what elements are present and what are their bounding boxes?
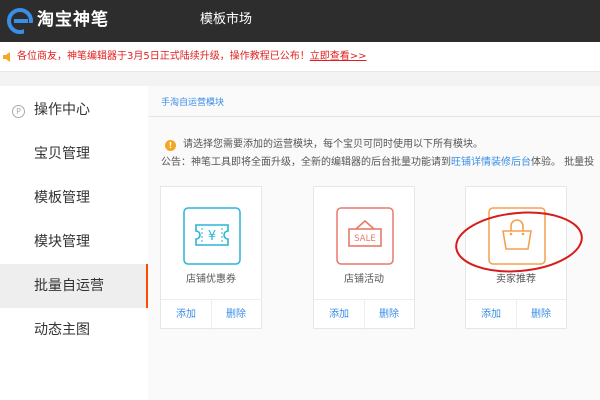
sale-tag-icon: SALE: [336, 207, 394, 265]
coupon-icon: ¥: [183, 207, 241, 265]
instruction-text: 请选择您需要添加的运营模块，每个宝贝可同时使用以下所有模块。: [183, 139, 483, 150]
sidebar-item-product-management[interactable]: 宝贝管理: [0, 132, 148, 176]
svg-text:SALE: SALE: [354, 234, 375, 244]
view-now-link[interactable]: 立即查看>>: [310, 51, 367, 62]
announcement-bar: 各位商友，神笔编辑器于3月5日正式陆续升级，操作教程已公布！立即查看>>: [0, 42, 600, 72]
announcement-note-prefix: 公告：神笔工具即将全面升级，全新的编辑器的后台批量功能请到: [161, 157, 451, 168]
nav-template-market[interactable]: 模板市场: [200, 11, 252, 29]
module-card-coupon: ¥ 店铺优惠券 添加 删除: [160, 186, 262, 330]
sidebar-item-label: 模板管理: [34, 190, 90, 206]
brand-logo-icon[interactable]: [6, 7, 34, 35]
sidebar-item-batch-self-operation[interactable]: 批量自运营: [0, 264, 148, 308]
delete-button[interactable]: 删除: [211, 309, 261, 321]
warning-icon: !: [165, 140, 176, 151]
card-title: 店铺优惠券: [186, 274, 236, 285]
brand-name[interactable]: 淘宝神笔: [37, 6, 109, 34]
sidebar-item-operation-center[interactable]: P 操作中心: [0, 88, 148, 132]
svg-text:¥: ¥: [208, 229, 216, 244]
add-button[interactable]: 添加: [314, 309, 364, 321]
card-actions: 添加 删除: [314, 299, 414, 330]
announcement-note-suffix: 体验。 批量投: [531, 157, 595, 168]
module-card-shop-activity: SALE 店铺活动 添加 删除: [313, 186, 415, 330]
sidebar-item-label: 操作中心: [34, 102, 90, 118]
sidebar-item-label: 宝贝管理: [34, 146, 90, 162]
annotation-circle: [455, 211, 583, 273]
sidebar-item-label: 模块管理: [34, 234, 90, 250]
sidebar-item-template-management[interactable]: 模板管理: [0, 176, 148, 220]
card-actions: 添加 删除: [466, 299, 566, 330]
card-actions: 添加 删除: [161, 299, 261, 330]
breadcrumb[interactable]: 手淘自运营模块: [161, 96, 224, 110]
delete-button[interactable]: 删除: [364, 309, 414, 321]
sidebar: P 操作中心 宝贝管理 模板管理 模块管理 批量自运营 动态主图: [0, 86, 148, 400]
sidebar-item-label: 批量自运营: [34, 278, 104, 294]
top-bar: 淘宝神笔 模板市场: [0, 0, 600, 42]
shop-detail-backend-link[interactable]: 旺铺详情装修后台: [451, 157, 531, 168]
announcement-note: 公告：神笔工具即将全面升级，全新的编辑器的后台批量功能请到旺铺详情装修后台体验。…: [161, 156, 600, 170]
speaker-icon: [3, 52, 10, 62]
delete-button[interactable]: 删除: [516, 309, 566, 321]
announcement-message: 各位商友，神笔编辑器于3月5日正式陆续升级，操作教程已公布！: [17, 51, 310, 62]
sidebar-item-dynamic-main-image[interactable]: 动态主图: [0, 308, 148, 352]
add-button[interactable]: 添加: [466, 309, 516, 321]
add-button[interactable]: 添加: [161, 309, 211, 321]
sidebar-item-module-management[interactable]: 模块管理: [0, 220, 148, 264]
operation-icon: P: [12, 105, 25, 118]
divider: [148, 116, 600, 117]
announcement-text: 各位商友，神笔编辑器于3月5日正式陆续升级，操作教程已公布！立即查看>>: [17, 49, 367, 64]
sidebar-item-label: 动态主图: [34, 322, 90, 338]
card-title: 店铺活动: [344, 274, 384, 285]
